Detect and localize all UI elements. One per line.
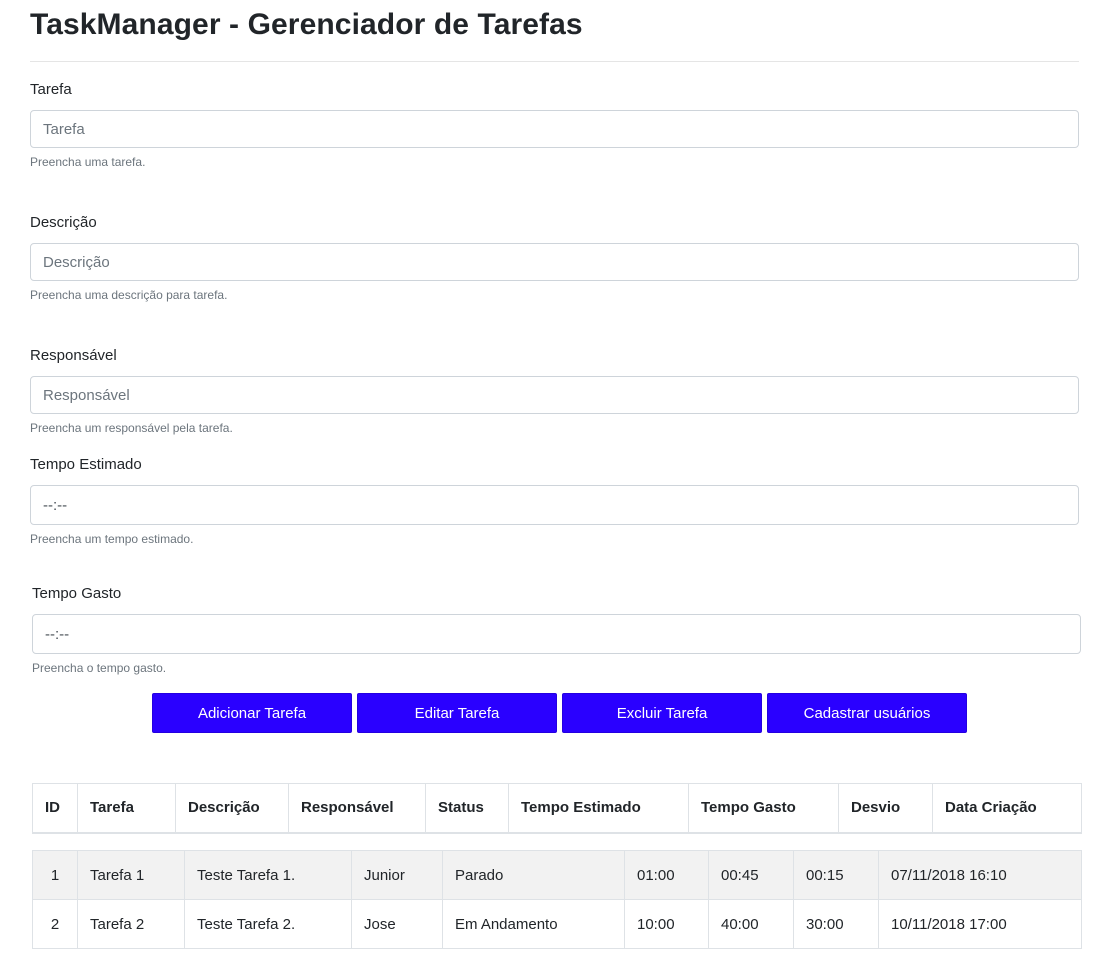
cell-desvio: 30:00 [793,899,879,949]
responsavel-label: Responsável [30,347,117,364]
cell-tarefa: Tarefa 1 [77,850,185,900]
cell-desvio: 00:15 [793,850,879,900]
responsavel-help: Preencha um responsável pela tarefa. [30,421,233,435]
cell-tempo-gasto: 40:00 [708,899,794,949]
descricao-help: Preencha uma descrição para tarefa. [30,288,228,302]
cell-responsavel: Junior [351,850,443,900]
cell-tarefa: Tarefa 2 [77,899,185,949]
col-header-tempo-gasto[interactable]: Tempo Gasto [688,783,839,834]
tempo-estimado-label: Tempo Estimado [30,456,142,473]
page-title: TaskManager - Gerenciador de Tarefas [30,8,583,41]
cell-descricao: Teste Tarefa 1. [184,850,352,900]
tempo-gasto-help: Preencha o tempo gasto. [32,661,167,675]
header-row: ID Tarefa Descrição Responsável Status T… [32,783,1082,834]
tarefa-input[interactable] [30,110,1079,148]
tasks-table-body: 1 Tarefa 1 Teste Tarefa 1. Junior Parado… [32,850,1082,949]
cell-status: Em Andamento [442,899,625,949]
tarefa-help: Preencha uma tarefa. [30,155,146,169]
title-divider [30,61,1079,62]
cell-tempo-gasto: 00:45 [708,850,794,900]
tasks-table-header: ID Tarefa Descrição Responsável Status T… [32,783,1082,834]
cell-descricao: Teste Tarefa 2. [184,899,352,949]
tempo-gasto-label: Tempo Gasto [32,585,122,602]
col-header-desvio[interactable]: Desvio [838,783,933,834]
edit-task-button[interactable]: Editar Tarefa [357,693,557,733]
cell-status: Parado [442,850,625,900]
register-users-button[interactable]: Cadastrar usuários [767,693,967,733]
tempo-gasto-input[interactable] [32,614,1081,654]
cell-data-criacao: 10/11/2018 17:00 [878,899,1082,949]
cell-responsavel: Jose [351,899,443,949]
descricao-label: Descrição [30,214,97,231]
delete-task-button[interactable]: Excluir Tarefa [562,693,762,733]
tempo-estimado-input[interactable] [30,485,1079,525]
col-header-tempo-estimado[interactable]: Tempo Estimado [508,783,689,834]
cell-data-criacao: 07/11/2018 16:10 [878,850,1082,900]
table-row[interactable]: 1 Tarefa 1 Teste Tarefa 1. Junior Parado… [32,850,1082,900]
col-header-id[interactable]: ID [32,783,78,834]
table-row[interactable]: 2 Tarefa 2 Teste Tarefa 2. Jose Em Andam… [32,899,1082,949]
col-header-tarefa[interactable]: Tarefa [77,783,176,834]
col-header-status[interactable]: Status [425,783,509,834]
descricao-input[interactable] [30,243,1079,281]
add-task-button[interactable]: Adicionar Tarefa [152,693,352,733]
cell-tempo-estimado: 10:00 [624,899,709,949]
cell-id: 2 [32,899,78,949]
tarefa-label: Tarefa [30,81,72,98]
responsavel-input[interactable] [30,376,1079,414]
col-header-data-criacao[interactable]: Data Criação [932,783,1082,834]
col-header-responsavel[interactable]: Responsável [288,783,426,834]
cell-tempo-estimado: 01:00 [624,850,709,900]
tempo-estimado-help: Preencha um tempo estimado. [30,532,194,546]
cell-id: 1 [32,850,78,900]
col-header-descricao[interactable]: Descrição [175,783,289,834]
